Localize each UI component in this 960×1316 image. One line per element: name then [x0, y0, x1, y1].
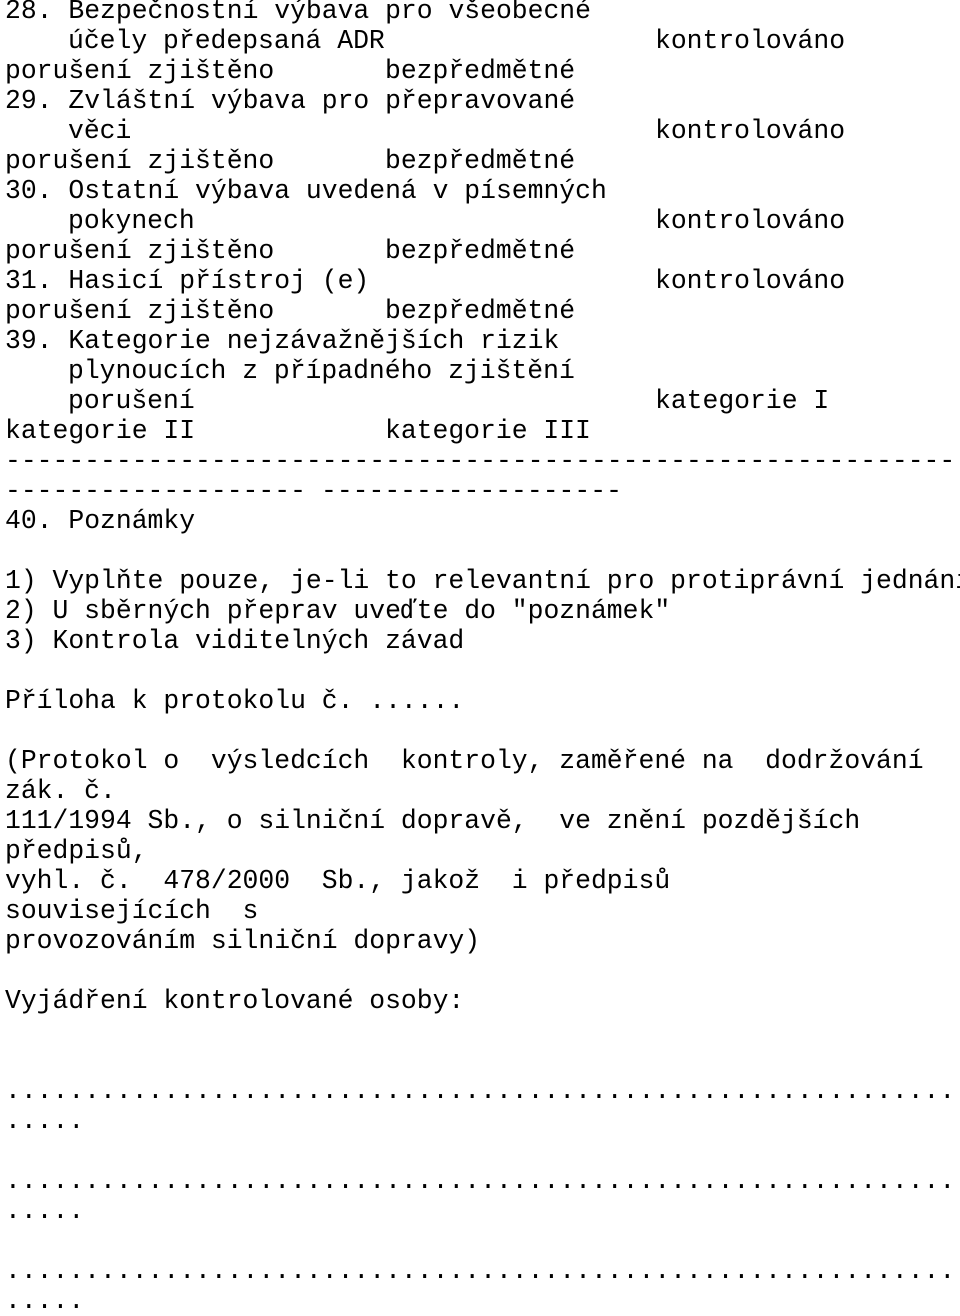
category-1: kategorie I	[655, 386, 830, 416]
item-30-violation-found: porušení zjištěno	[5, 236, 275, 266]
item-30-status: kontrolováno	[655, 206, 846, 236]
item-number: 30.	[5, 176, 53, 206]
category-3: kategorie III	[385, 416, 591, 446]
dotted-fill-line: ........................................…	[5, 1076, 956, 1106]
item-title: Bezpečnostní výbava pro všeobecné	[68, 0, 591, 26]
footnote-2: 2) U sběrných přeprav uveďte do "poznáme…	[5, 596, 671, 626]
item-28-not-applicable: bezpředmětné	[385, 56, 576, 86]
item-title: Ostatní výbava uvedená v písemných	[68, 176, 607, 206]
item-title: Hasicí přístroj (e)	[68, 266, 370, 296]
item-30-line1: 30. Ostatní výbava uvedená v písemných	[5, 176, 607, 206]
item-title: Kategorie nejzávažnějších rizik	[68, 326, 560, 356]
category-2: kategorie II	[5, 416, 196, 446]
item-30-line2: pokynech	[68, 206, 195, 236]
item-29-line2: věci	[68, 116, 132, 146]
item-title: Zvláštní výbava pro přepravované	[68, 86, 576, 116]
protocol-line: 111/1994 Sb., o silniční dopravě, ve zně…	[5, 806, 861, 836]
item-title: Poznámky	[68, 506, 196, 536]
dotted-fill-line-end: .....	[5, 1106, 85, 1136]
item-number: 39.	[5, 326, 53, 356]
item-39-line2: plynoucích z případného zjištění	[68, 356, 575, 386]
protocol-line: (Protokol o výsledcích kontroly, zaměřen…	[5, 746, 924, 776]
item-28-status: kontrolováno	[655, 26, 846, 56]
item-29-violation-found: porušení zjištěno	[5, 146, 275, 176]
footnote-3: 3) Kontrola viditelných závad	[5, 626, 465, 656]
protocol-line: provozováním silniční dopravy)	[5, 926, 481, 956]
dotted-fill-line-end: .....	[5, 1196, 85, 1226]
item-40-notes-heading: 40. Poznámky	[5, 506, 195, 536]
item-28-line2: účely předepsaná ADR	[68, 26, 385, 56]
item-28-violation-found: porušení zjištěno	[5, 56, 275, 86]
item-39-line1: 39. Kategorie nejzávažnějších rizik	[5, 326, 559, 356]
footnote-1: 1) Vyplňte pouze, je-li to relevantní pr…	[5, 566, 960, 596]
attachment-label: Příloha k protokolu č. ......	[5, 686, 465, 716]
dotted-fill-line-end: .....	[5, 1286, 85, 1316]
dotted-fill-line: ........................................…	[5, 1166, 956, 1196]
item-29-line1: 29. Zvláštní výbava pro přepravované	[5, 86, 575, 116]
statement-label: Vyjádření kontrolované osoby:	[5, 986, 465, 1016]
item-number: 28.	[5, 0, 53, 26]
item-31-status: kontrolováno	[655, 266, 846, 296]
protocol-line: zák. č.	[5, 776, 116, 806]
item-number: 31.	[5, 266, 53, 296]
protocol-line: souvisejících s	[5, 896, 259, 926]
item-number: 29.	[5, 86, 53, 116]
dashed-separator-short-a: -------------------	[5, 476, 306, 506]
dashed-separator-short-b: -------------------	[321, 476, 622, 506]
item-28-line1: 28. Bezpečnostní výbava pro všeobecné	[5, 0, 591, 26]
protocol-line: předpisů,	[5, 836, 148, 866]
dotted-fill-line: ........................................…	[5, 1256, 956, 1286]
item-31-violation-found: porušení zjištěno	[5, 296, 275, 326]
dashed-separator: ----------------------------------------…	[5, 446, 956, 476]
item-29-not-applicable: bezpředmětné	[385, 146, 576, 176]
item-30-not-applicable: bezpředmětné	[385, 236, 576, 266]
item-29-status: kontrolováno	[655, 116, 846, 146]
item-39-line3: porušení	[68, 386, 195, 416]
protocol-line: vyhl. č. 478/2000 Sb., jakož i předpisů	[5, 866, 671, 896]
item-number: 40.	[5, 506, 53, 536]
item-31-line1: 31. Hasicí přístroj (e)	[5, 266, 369, 296]
item-31-not-applicable: bezpředmětné	[385, 296, 576, 326]
